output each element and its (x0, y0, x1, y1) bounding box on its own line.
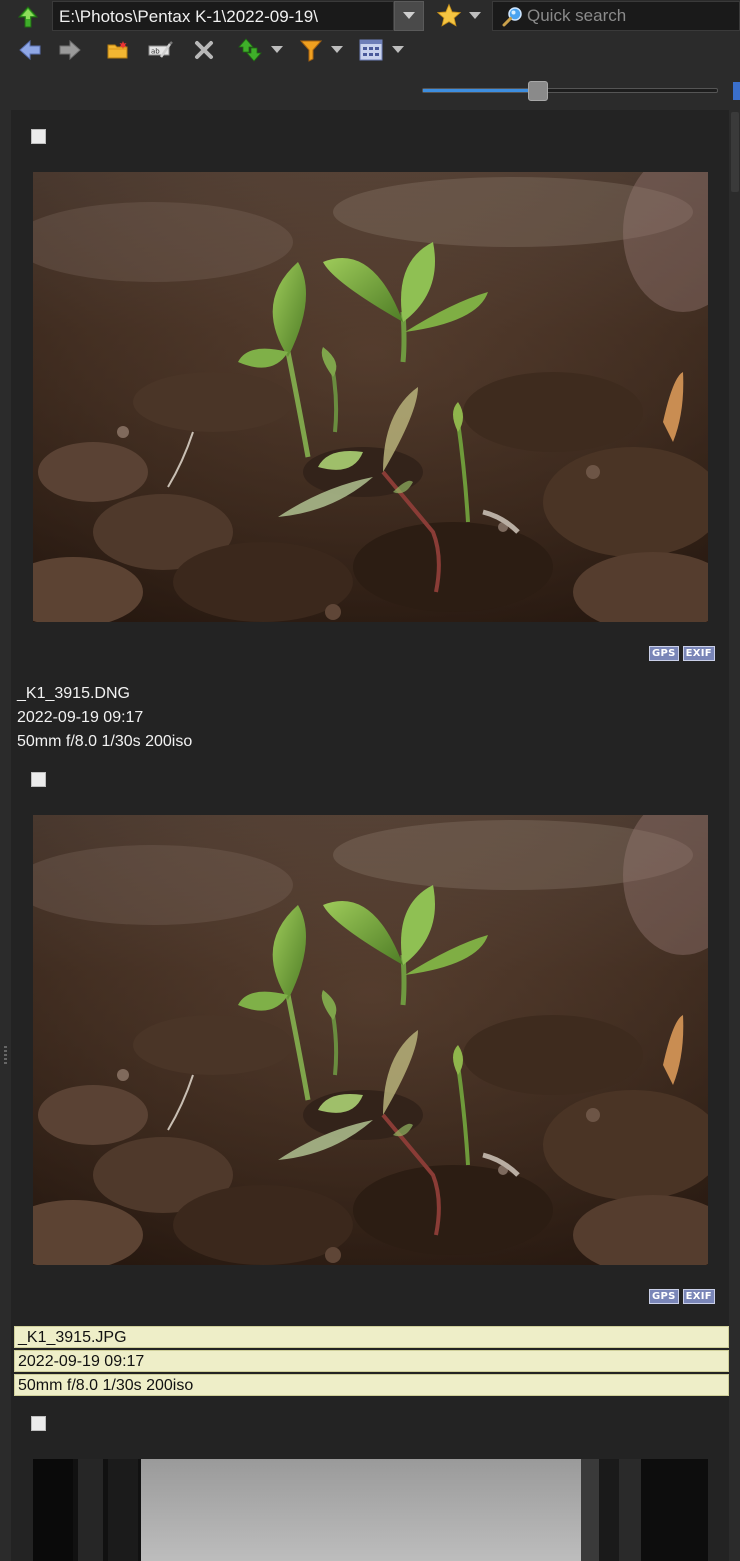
star-icon (436, 3, 462, 27)
vertical-scrollbar[interactable] (729, 110, 740, 1561)
image-thumbnail[interactable] (33, 1459, 708, 1561)
delete-button[interactable] (190, 36, 218, 64)
toolbar: ab (0, 34, 740, 68)
path-history-dropdown[interactable] (394, 1, 424, 31)
rename-icon: ab (148, 41, 173, 58)
forward-button[interactable] (56, 36, 84, 64)
up-arrow-icon (17, 6, 39, 28)
view-mode-button[interactable] (357, 36, 385, 64)
forward-arrow-icon (59, 39, 81, 61)
gps-badge: GPS (649, 646, 679, 661)
panel-edge-indicator (733, 82, 740, 100)
up-folder-button[interactable] (14, 3, 42, 31)
date-label: 2022-09-19 09:17 (14, 1350, 729, 1372)
gps-badge: GPS (649, 1289, 679, 1304)
slider-thumb[interactable] (527, 81, 548, 101)
delete-icon (195, 41, 213, 59)
filter-icon (299, 40, 323, 62)
chevron-down-icon (271, 46, 283, 53)
chevron-down-icon (403, 12, 415, 19)
slider-fill (423, 89, 538, 92)
path-input[interactable]: E:\Photos\Pentax K-1\2022-09-19\ (52, 1, 394, 31)
filename-label: _K1_3915.JPG (14, 1326, 729, 1348)
filter-dropdown[interactable] (330, 36, 344, 64)
view-mode-icon (359, 39, 383, 61)
image-thumbnail[interactable] (33, 815, 708, 1265)
filename-label: _K1_3915.DNG (17, 685, 130, 702)
back-button[interactable] (16, 36, 44, 64)
favorites-dropdown[interactable] (466, 2, 484, 30)
chevron-down-icon (331, 46, 343, 53)
chevron-down-icon (469, 12, 481, 19)
view-mode-dropdown[interactable] (391, 36, 405, 64)
quick-search-box[interactable] (492, 1, 740, 31)
image-thumbnail[interactable] (33, 172, 708, 622)
sort-button[interactable] (236, 36, 264, 64)
new-folder-icon (107, 41, 128, 59)
thumbnail-list[interactable]: GPS EXIF _K1_3915.DNG 2022-09-19 09:17 5… (11, 110, 729, 1561)
exposure-label: 50mm f/8.0 1/30s 200iso (17, 733, 193, 750)
back-arrow-icon (19, 39, 41, 61)
favorites-button[interactable] (434, 2, 464, 30)
seedling-photo (33, 172, 708, 622)
date-label: 2022-09-19 09:17 (17, 709, 144, 726)
metadata-badges: GPS EXIF (649, 646, 715, 661)
item-checkbox[interactable] (31, 772, 46, 787)
exposure-label: 50mm f/8.0 1/30s 200iso (14, 1374, 729, 1396)
search-input[interactable] (527, 2, 737, 30)
item-checkbox[interactable] (31, 129, 46, 144)
magnifier-icon (502, 7, 522, 27)
metadata-badges: GPS EXIF (649, 1289, 715, 1304)
scrollbar-thumb[interactable] (731, 112, 739, 192)
seedling-photo (33, 815, 708, 1265)
address-bar: E:\Photos\Pentax K-1\2022-09-19\ (0, 0, 740, 34)
item-checkbox[interactable] (31, 1416, 46, 1431)
svg-text:ab: ab (151, 48, 160, 56)
filter-button[interactable] (297, 36, 325, 64)
new-folder-button[interactable] (104, 36, 132, 64)
window-photo (33, 1459, 708, 1561)
exif-badge: EXIF (682, 646, 715, 661)
thumbnail-size-slider[interactable] (422, 81, 718, 101)
splitter-grip[interactable] (4, 1046, 8, 1072)
left-splitter[interactable] (0, 110, 11, 1561)
sort-dropdown[interactable] (270, 36, 284, 64)
rename-button[interactable]: ab (146, 36, 174, 64)
exif-badge: EXIF (682, 1289, 715, 1304)
sort-icon (238, 38, 262, 62)
chevron-down-icon (392, 46, 404, 53)
thumbnail-size-row (0, 72, 740, 108)
